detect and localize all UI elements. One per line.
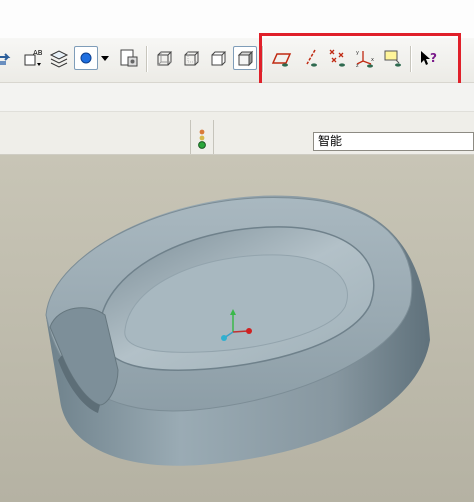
hidden-line-icon[interactable] <box>180 47 202 69</box>
svg-text:x: x <box>371 57 374 63</box>
model-tree-icon[interactable] <box>118 47 140 69</box>
no-hidden-icon[interactable] <box>207 47 229 69</box>
status-separator <box>213 120 214 154</box>
ashtray-3d-model <box>45 195 430 466</box>
wireframe-icon[interactable] <box>153 47 175 69</box>
datum-plane-display-icon[interactable] <box>271 47 293 69</box>
coordinate-system-display-icon[interactable]: y z x <box>354 47 376 69</box>
status-bar: 智能 <box>0 112 474 155</box>
datum-point-display-icon[interactable] <box>327 47 349 69</box>
selection-filter-select[interactable]: 智能 <box>313 132 474 151</box>
ab-label: AB <box>33 49 43 57</box>
toolbar-separator <box>146 46 148 72</box>
help-question-label: ? <box>430 51 437 65</box>
datum-axis-display-icon[interactable] <box>300 47 322 69</box>
regen-status-icon <box>197 128 207 152</box>
title-strip <box>0 0 474 39</box>
redo-icon[interactable] <box>0 47 16 69</box>
toolbar-separator <box>410 46 412 72</box>
annotation-display-icon[interactable] <box>382 47 404 69</box>
appearance-icon[interactable] <box>74 46 98 70</box>
annotation-icon[interactable]: AB <box>22 47 44 69</box>
dropdown-arrow-icon[interactable] <box>99 47 111 69</box>
toolbar: AB y z x ? <box>0 38 474 83</box>
shading-icon[interactable] <box>233 46 257 70</box>
toolbar-separator <box>262 46 264 72</box>
svg-text:z: z <box>356 63 359 69</box>
layers-icon[interactable] <box>48 47 70 69</box>
status-separator <box>190 120 191 154</box>
dashboard-band <box>0 83 474 112</box>
svg-text:y: y <box>356 50 359 56</box>
context-help-icon[interactable]: ? <box>418 47 440 69</box>
graphics-viewport[interactable] <box>0 155 474 502</box>
